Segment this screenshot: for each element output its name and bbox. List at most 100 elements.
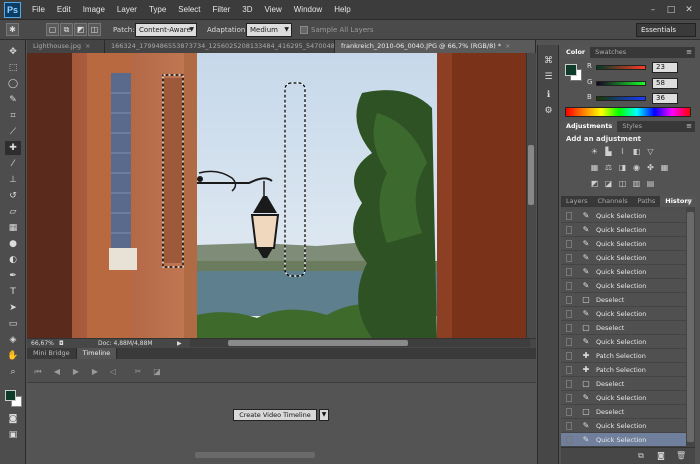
chevron-down-icon[interactable]: ▼: [319, 409, 329, 421]
crop-tool-icon[interactable]: ⌗: [5, 109, 21, 123]
foreground-color-swatch[interactable]: [5, 390, 16, 401]
history-row[interactable]: ✎ Quick Selection: [561, 279, 686, 293]
eyedropper-tool-icon[interactable]: ⟋: [5, 125, 21, 139]
invert-icon[interactable]: ◩: [590, 179, 599, 188]
threshold-icon[interactable]: ◫: [618, 179, 627, 188]
tab-close-icon[interactable]: ×: [85, 42, 90, 50]
subtract-selection-icon[interactable]: ◩: [74, 23, 87, 36]
path-selection-tool-icon[interactable]: ➤: [5, 301, 21, 315]
screen-mode-icon[interactable]: ▣: [5, 428, 21, 442]
lasso-tool-icon[interactable]: ◯: [5, 77, 21, 91]
history-row[interactable]: ✎ Quick Selection: [561, 265, 686, 279]
intersect-selection-icon[interactable]: ◫: [88, 23, 101, 36]
tab-adjustments[interactable]: Adjustments: [561, 121, 618, 132]
tab-styles[interactable]: Styles: [617, 121, 647, 132]
history-row[interactable]: ✎ Quick Selection: [561, 433, 686, 447]
selective-color-icon[interactable]: ▤: [646, 179, 655, 188]
history-row[interactable]: ✎ Quick Selection: [561, 209, 686, 223]
adaptation-select[interactable]: Medium ▼: [246, 23, 292, 37]
channel-g-value[interactable]: 58: [652, 78, 678, 89]
history-panel-icon[interactable]: ⌘: [542, 55, 555, 68]
history-checkbox[interactable]: [566, 296, 572, 304]
hand-tool-icon[interactable]: ✋: [5, 349, 21, 363]
sample-all-layers-checkbox[interactable]: [300, 26, 308, 34]
panel-menu-icon[interactable]: ≡: [684, 197, 692, 205]
black-white-icon[interactable]: ◨: [618, 163, 627, 172]
tab-timeline[interactable]: Timeline: [76, 348, 118, 359]
color-lookup-icon[interactable]: ▦: [660, 163, 669, 172]
tab-frankreich[interactable]: frankreich_2010-06_0040.JPG @ 66,7% (RGB…: [335, 40, 536, 53]
menu-layer[interactable]: Layer: [111, 0, 143, 20]
timeline-scrollbar[interactable]: [195, 452, 315, 458]
first-frame-icon[interactable]: ⏮: [33, 367, 43, 376]
play-icon[interactable]: ▶: [71, 367, 81, 376]
3d-tool-icon[interactable]: ◈: [5, 333, 21, 347]
menu-help[interactable]: Help: [328, 0, 356, 20]
workspace-switcher[interactable]: Essentials: [636, 23, 696, 37]
menu-type[interactable]: Type: [143, 0, 172, 20]
canvas-vertical-scroll-thumb[interactable]: [528, 145, 534, 205]
history-row[interactable]: ✎ Quick Selection: [561, 251, 686, 265]
channel-b-value[interactable]: 36: [652, 93, 678, 104]
panel-menu-icon[interactable]: ≡: [684, 122, 692, 130]
history-checkbox[interactable]: [566, 380, 572, 388]
maximize-icon[interactable]: □: [664, 4, 678, 16]
add-selection-icon[interactable]: ⧉: [60, 23, 73, 36]
posterize-icon[interactable]: ◪: [604, 179, 613, 188]
new-document-from-state-icon[interactable]: ⧉: [636, 451, 646, 460]
dodge-tool-icon[interactable]: ◐: [5, 253, 21, 267]
trash-icon[interactable]: 🗑: [676, 451, 686, 460]
menu-edit[interactable]: Edit: [51, 0, 77, 20]
settings-panel-icon[interactable]: ⚙: [542, 105, 555, 118]
menu-select[interactable]: Select: [172, 0, 206, 20]
levels-icon[interactable]: ▙: [604, 147, 613, 156]
history-checkbox[interactable]: [566, 282, 572, 290]
hue-saturation-icon[interactable]: ▦: [590, 163, 599, 172]
new-selection-icon[interactable]: ▢: [46, 23, 59, 36]
next-frame-icon[interactable]: ▶: [90, 367, 100, 376]
shape-tool-icon[interactable]: ▭: [5, 317, 21, 331]
menu-filter[interactable]: Filter: [207, 0, 237, 20]
history-checkbox[interactable]: [566, 226, 572, 234]
type-tool-icon[interactable]: T: [5, 285, 21, 299]
quick-mask-icon[interactable]: ◙: [5, 412, 21, 426]
curves-icon[interactable]: ⌇: [618, 147, 627, 156]
split-icon[interactable]: ✂: [133, 367, 143, 376]
history-row[interactable]: ✚ Patch Selection: [561, 349, 686, 363]
tab-close-icon[interactable]: ×: [505, 42, 510, 50]
history-checkbox[interactable]: [566, 436, 572, 444]
color-balance-icon[interactable]: ⚖: [604, 163, 613, 172]
history-row[interactable]: ✎ Quick Selection: [561, 419, 686, 433]
zoom-tool-icon[interactable]: ⌕: [5, 365, 21, 379]
brightness-icon[interactable]: ☀: [590, 147, 599, 156]
channel-b-slider[interactable]: [596, 96, 646, 101]
blur-tool-icon[interactable]: ●: [5, 237, 21, 251]
history-checkbox[interactable]: [566, 212, 572, 220]
patch-tool-icon[interactable]: ✚: [5, 141, 21, 155]
history-row[interactable]: ▢ Deselect: [561, 377, 686, 391]
history-row[interactable]: ▢ Deselect: [561, 293, 686, 307]
photo-filter-icon[interactable]: ◉: [632, 163, 641, 172]
menu-image[interactable]: Image: [77, 0, 111, 20]
history-checkbox[interactable]: [566, 422, 572, 430]
history-row[interactable]: ✎ Quick Selection: [561, 223, 686, 237]
gradient-map-icon[interactable]: ▥: [632, 179, 641, 188]
tab-swatches[interactable]: Swatches: [590, 47, 631, 58]
vibrance-icon[interactable]: ▽: [646, 147, 655, 156]
channel-g-slider[interactable]: [596, 81, 646, 86]
patch-select[interactable]: Content-Aware ▼: [135, 23, 197, 37]
history-row[interactable]: ✎ Quick Selection: [561, 237, 686, 251]
history-row[interactable]: ✎ Quick Selection: [561, 391, 686, 405]
brush-tool-icon[interactable]: ⁄: [5, 157, 21, 171]
history-scroll-thumb[interactable]: [687, 212, 694, 442]
tool-preset-icon[interactable]: ✱: [6, 23, 19, 36]
prev-frame-icon[interactable]: ◀: [52, 367, 62, 376]
tab-facebook-image[interactable]: 166324_1799486553873734_1256025208133484…: [105, 40, 335, 53]
menu-file[interactable]: File: [26, 0, 51, 20]
tab-paths[interactable]: Paths: [633, 196, 661, 207]
history-row[interactable]: ▢ Deselect: [561, 321, 686, 335]
exposure-icon[interactable]: ◧: [632, 147, 641, 156]
history-checkbox[interactable]: [566, 394, 572, 402]
color-spectrum[interactable]: [565, 107, 691, 117]
color-foreground-swatch[interactable]: [565, 64, 577, 76]
